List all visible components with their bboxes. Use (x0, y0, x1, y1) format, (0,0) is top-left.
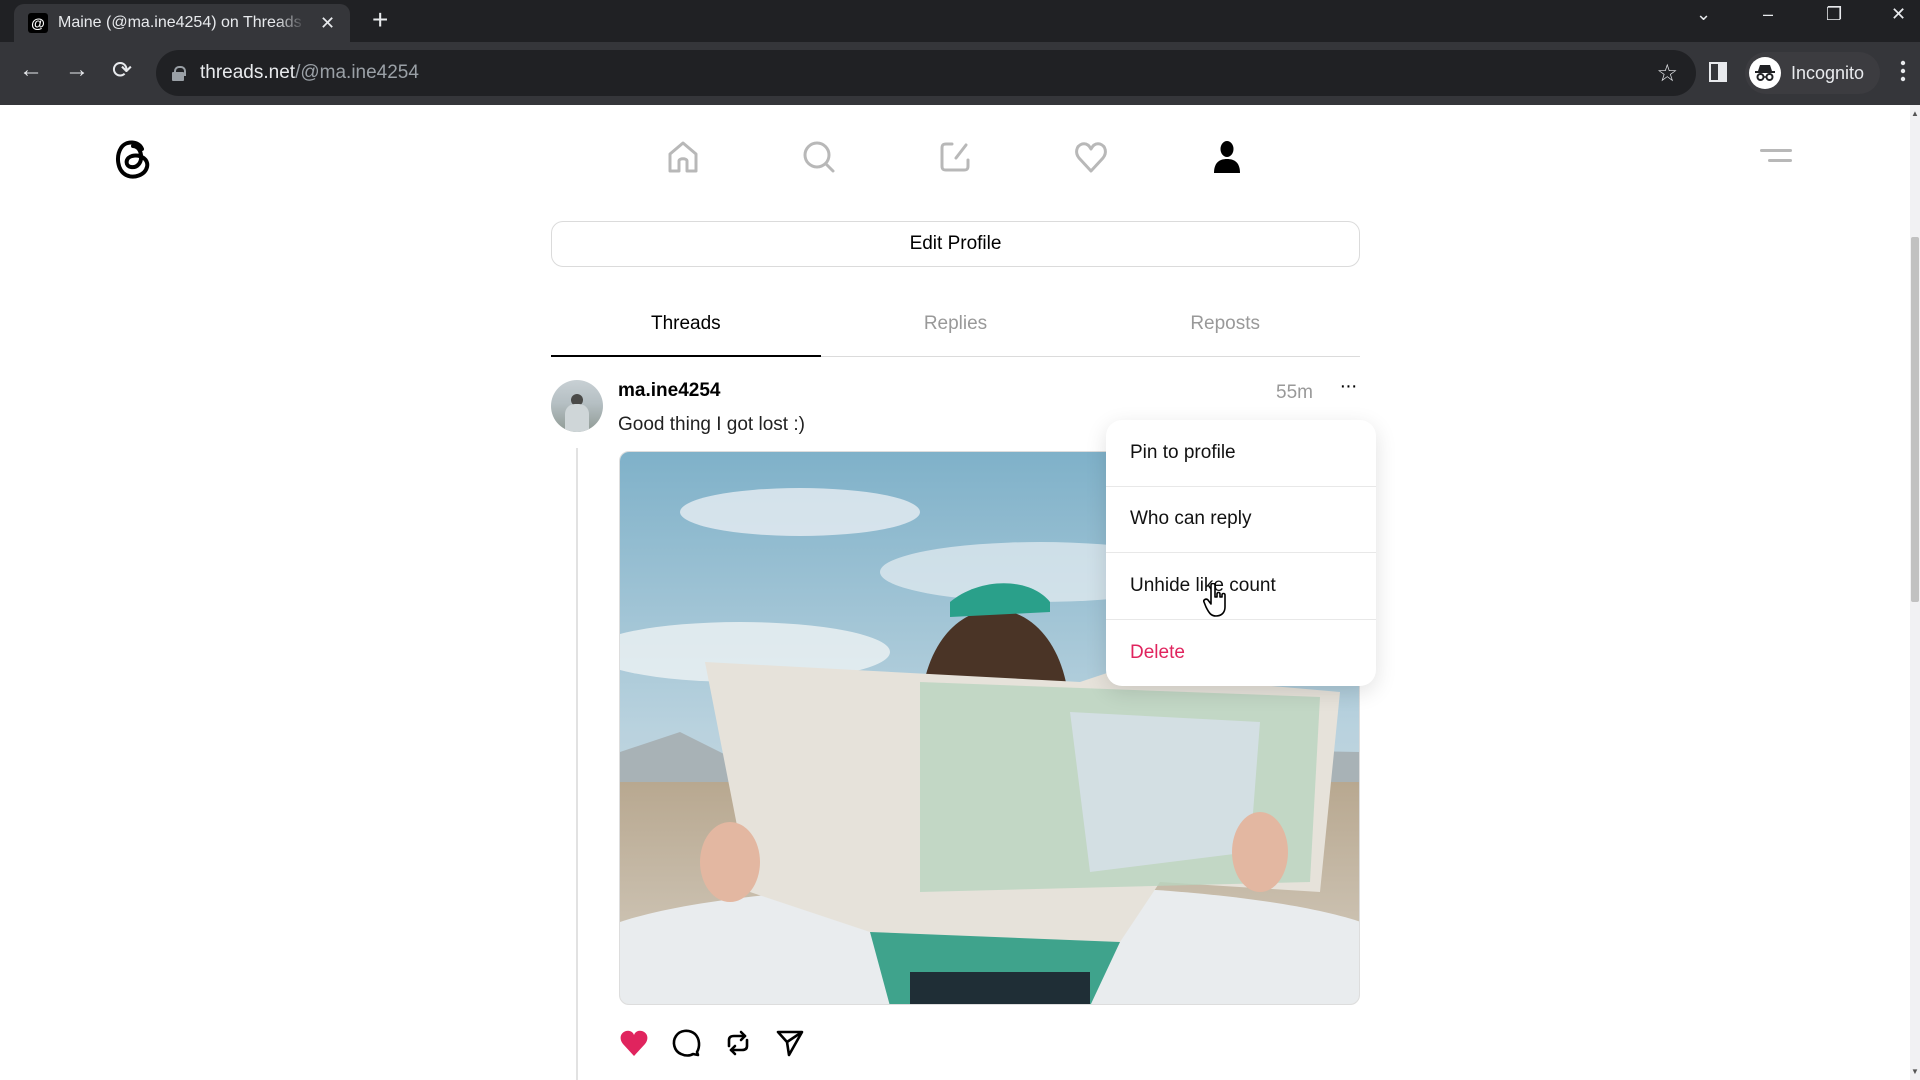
browser-tab-active[interactable]: @ Maine (@ma.ine4254) on Threads ✕ (14, 4, 350, 42)
minimize-button[interactable]: – (1763, 4, 1773, 25)
nav-search-icon[interactable] (797, 135, 841, 179)
post-actions (618, 1027, 806, 1059)
post-avatar[interactable] (551, 380, 603, 432)
tab-threads[interactable]: Threads (551, 295, 821, 357)
tab-title: Maine (@ma.ine4254) on Threads (58, 14, 302, 31)
scroll-down-arrow-icon[interactable]: ▼ (1911, 1067, 1919, 1076)
tab-reposts[interactable]: Reposts (1090, 295, 1360, 356)
incognito-label: Incognito (1791, 62, 1865, 83)
post-username[interactable]: ma.ine4254 (618, 380, 720, 402)
post-options-menu: Pin to profile Who can reply Unhide like… (1106, 420, 1376, 686)
menu-item-unhide-like-count[interactable]: Unhide like count (1106, 553, 1376, 620)
url-path: /@ma.ine4254 (295, 62, 419, 83)
new-tab-button[interactable]: + (372, 6, 388, 34)
forward-button[interactable]: → (60, 56, 94, 84)
repost-icon[interactable] (722, 1027, 754, 1059)
incognito-profile-button[interactable]: Incognito (1745, 52, 1881, 94)
post-timestamp: 55m (1276, 382, 1313, 403)
profile-tabs: Threads Replies Reposts (551, 295, 1360, 357)
side-panel-icon[interactable] (1709, 62, 1727, 82)
tab-replies[interactable]: Replies (821, 295, 1091, 356)
bookmark-star-icon[interactable]: ☆ (1656, 59, 1678, 88)
nav-activity-heart-icon[interactable] (1069, 135, 1113, 179)
menu-item-delete[interactable]: Delete (1106, 620, 1376, 687)
scrollbar-thumb[interactable] (1911, 237, 1919, 602)
threads-page: Edit Profile Threads Replies Reposts ma.… (0, 105, 1910, 1080)
address-bar[interactable]: threads.net/@ma.ine4254 ☆ (156, 50, 1696, 96)
url-host: threads.net (200, 62, 296, 83)
browser-toolbar: ← → ⟳ threads.net/@ma.ine4254 ☆ Incognit… (0, 42, 1920, 105)
scroll-up-arrow-icon[interactable]: ▲ (1911, 109, 1919, 118)
like-heart-icon[interactable] (618, 1027, 650, 1059)
threads-favicon-icon: @ (28, 13, 48, 33)
tab-search-icon[interactable]: ⌄ (1696, 4, 1711, 25)
nav-profile-icon[interactable] (1205, 135, 1249, 179)
browser-menu-icon[interactable] (1898, 60, 1908, 82)
post-text: Good thing I got lost :) (618, 414, 805, 435)
hamburger-menu-icon[interactable] (1758, 145, 1792, 169)
page-scrollbar[interactable]: ▲ ▼ (1910, 105, 1920, 1080)
share-send-icon[interactable] (774, 1027, 806, 1059)
thread-line (576, 448, 578, 1080)
reload-button[interactable]: ⟳ (105, 56, 139, 85)
menu-item-who-can-reply[interactable]: Who can reply (1106, 487, 1376, 553)
reply-comment-icon[interactable] (670, 1027, 702, 1059)
tab-close-icon[interactable]: ✕ (320, 13, 335, 34)
threads-logo-icon[interactable] (112, 135, 154, 181)
post-more-options-button[interactable]: ··· (1334, 375, 1362, 403)
menu-item-pin-to-profile[interactable]: Pin to profile (1106, 420, 1376, 487)
back-button[interactable]: ← (14, 56, 48, 84)
nav-compose-icon[interactable] (933, 135, 977, 179)
restore-button[interactable]: ❐ (1826, 4, 1842, 25)
edit-profile-button[interactable]: Edit Profile (551, 221, 1360, 267)
lock-icon[interactable] (172, 66, 186, 81)
incognito-icon (1749, 57, 1781, 89)
nav-home-icon[interactable] (661, 135, 705, 179)
browser-tabstrip: @ Maine (@ma.ine4254) on Threads ✕ + ⌄ –… (0, 0, 1920, 42)
close-window-button[interactable]: ✕ (1891, 4, 1906, 25)
